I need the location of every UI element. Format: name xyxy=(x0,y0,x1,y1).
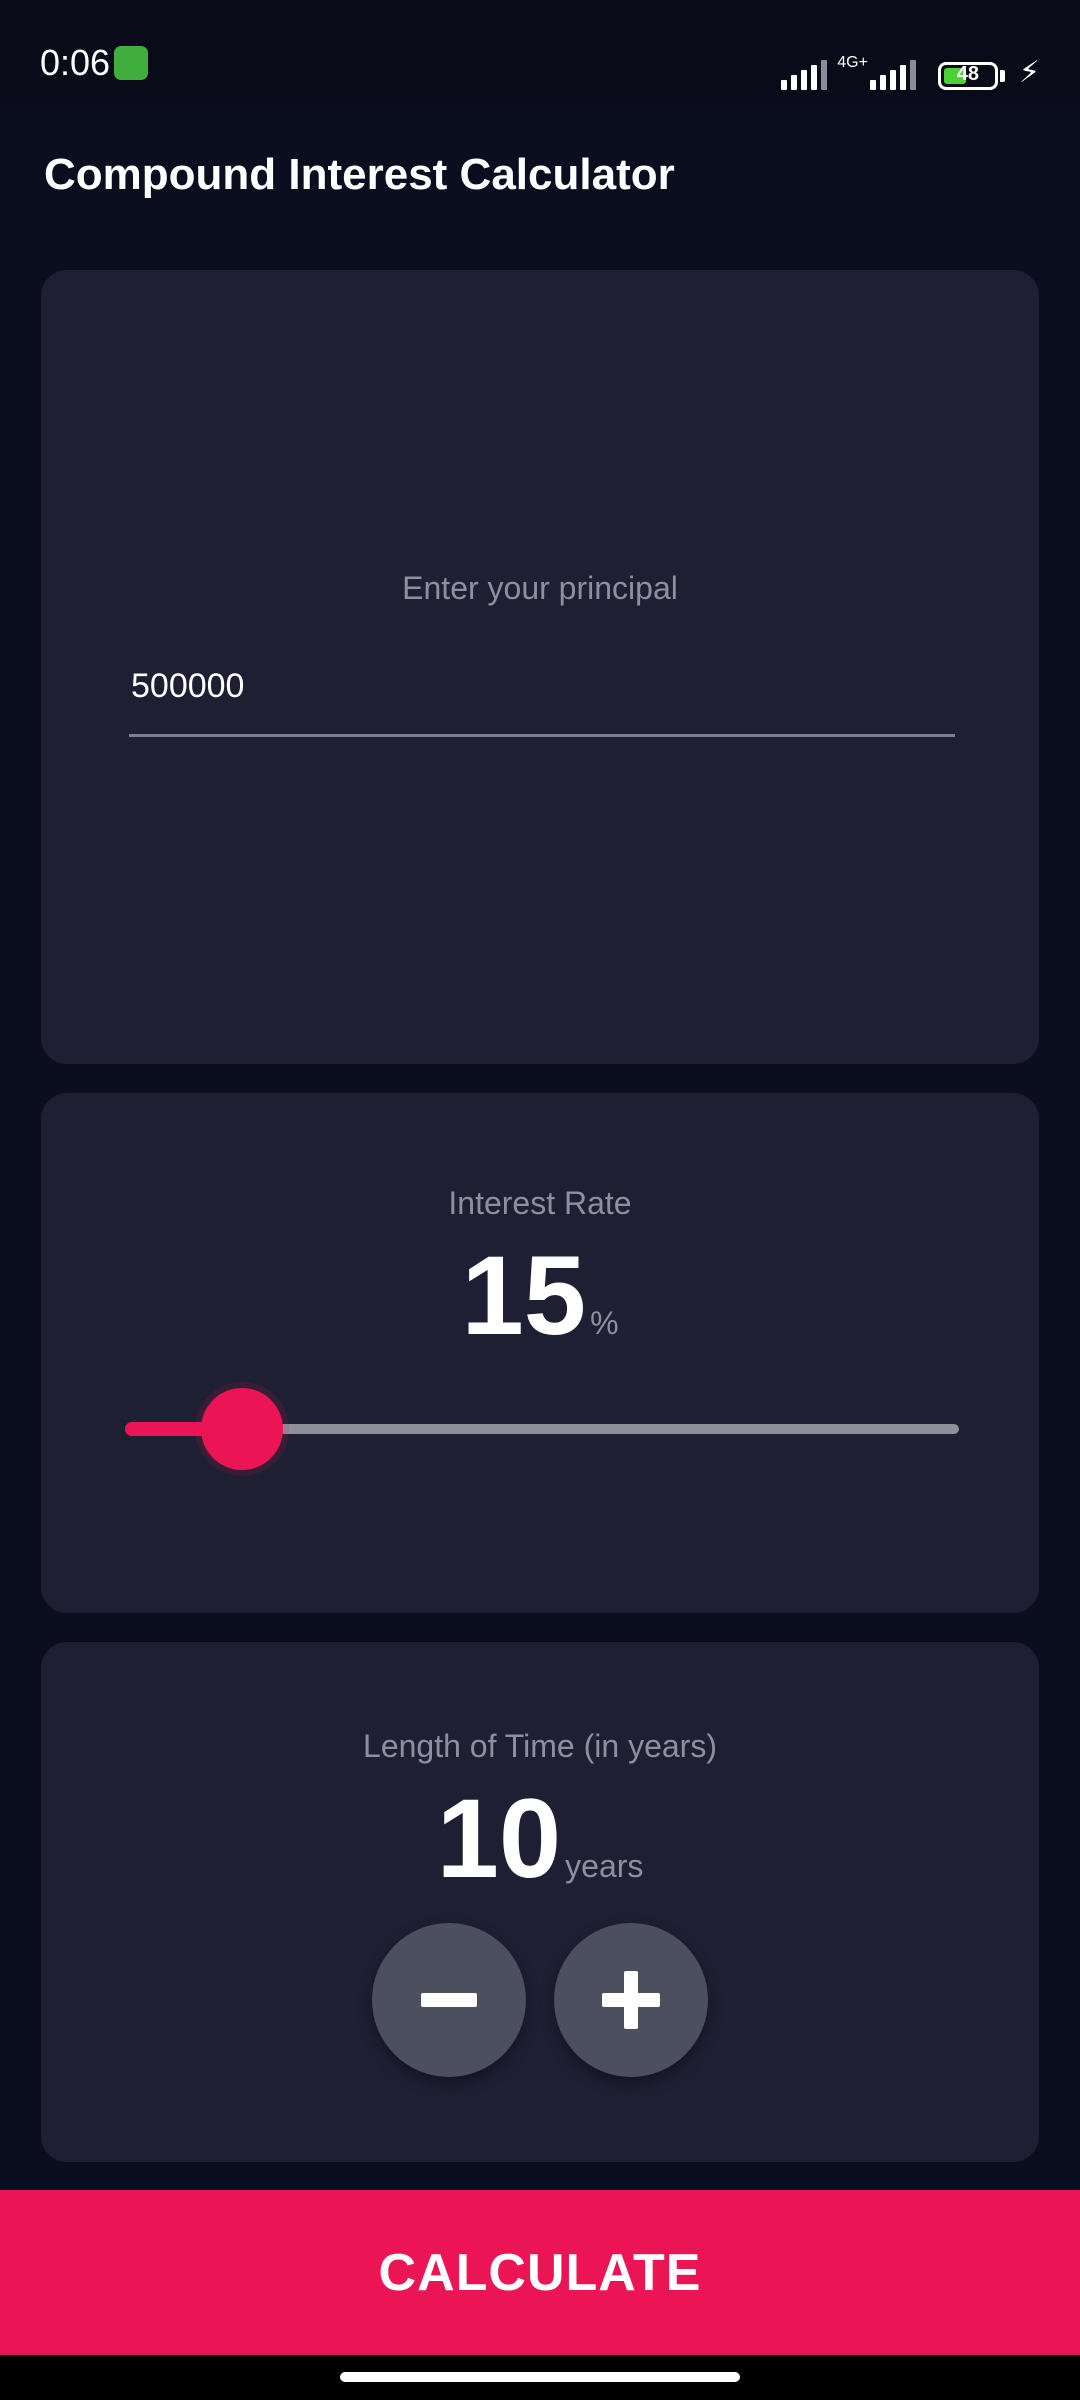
minus-icon xyxy=(421,1993,477,2007)
interest-rate-value: 15 xyxy=(461,1233,587,1358)
page-title: Compound Interest Calculator xyxy=(44,150,675,199)
time-value: 10 xyxy=(436,1776,562,1901)
time-label: Length of Time (in years) xyxy=(363,1728,717,1764)
increment-years-button[interactable] xyxy=(554,1923,708,2077)
signal-strength-icon xyxy=(781,58,828,90)
battery-cap xyxy=(999,70,1005,82)
time-unit: years xyxy=(565,1848,644,1884)
battery-icon: 48 xyxy=(937,62,998,90)
network-type: 4G+ xyxy=(837,54,868,71)
home-indicator[interactable] xyxy=(340,2372,740,2382)
android-robot-icon xyxy=(114,46,148,80)
status-bar: 0:06 4G+ 48 ⚡︎ xyxy=(0,0,1080,104)
time-card: Length of Time (in years) 10 years xyxy=(41,1642,1039,2162)
interest-rate-card: Interest Rate 15% xyxy=(41,1093,1039,1613)
status-indicators: 4G+ 48 ⚡︎ xyxy=(781,40,1040,90)
principal-card: Enter your principal xyxy=(41,270,1039,1064)
slider-thumb[interactable] xyxy=(201,1388,283,1470)
interest-rate-label: Interest Rate xyxy=(448,1185,632,1221)
app-screen: 0:06 4G+ 48 ⚡︎ Compound Interest Calcula… xyxy=(0,0,1080,2400)
battery-percent: 48 xyxy=(956,63,980,85)
interest-rate-display: 15% xyxy=(41,1231,1039,1360)
interest-rate-slider[interactable] xyxy=(125,1388,959,1470)
lightning-icon: ⚡︎ xyxy=(1018,56,1040,89)
calculate-button[interactable]: CALCULATE xyxy=(0,2190,1080,2355)
signal-strength-2-icon xyxy=(869,58,916,90)
decrement-years-button[interactable] xyxy=(372,1923,526,2077)
principal-input[interactable] xyxy=(129,656,955,737)
interest-rate-unit: % xyxy=(590,1305,619,1341)
navigation-bar xyxy=(0,2355,1080,2400)
principal-label: Enter your principal xyxy=(402,570,678,606)
time-display: 10 years xyxy=(41,1774,1039,1903)
status-time: 0:06 xyxy=(40,42,111,83)
plus-icon xyxy=(602,1971,660,2029)
